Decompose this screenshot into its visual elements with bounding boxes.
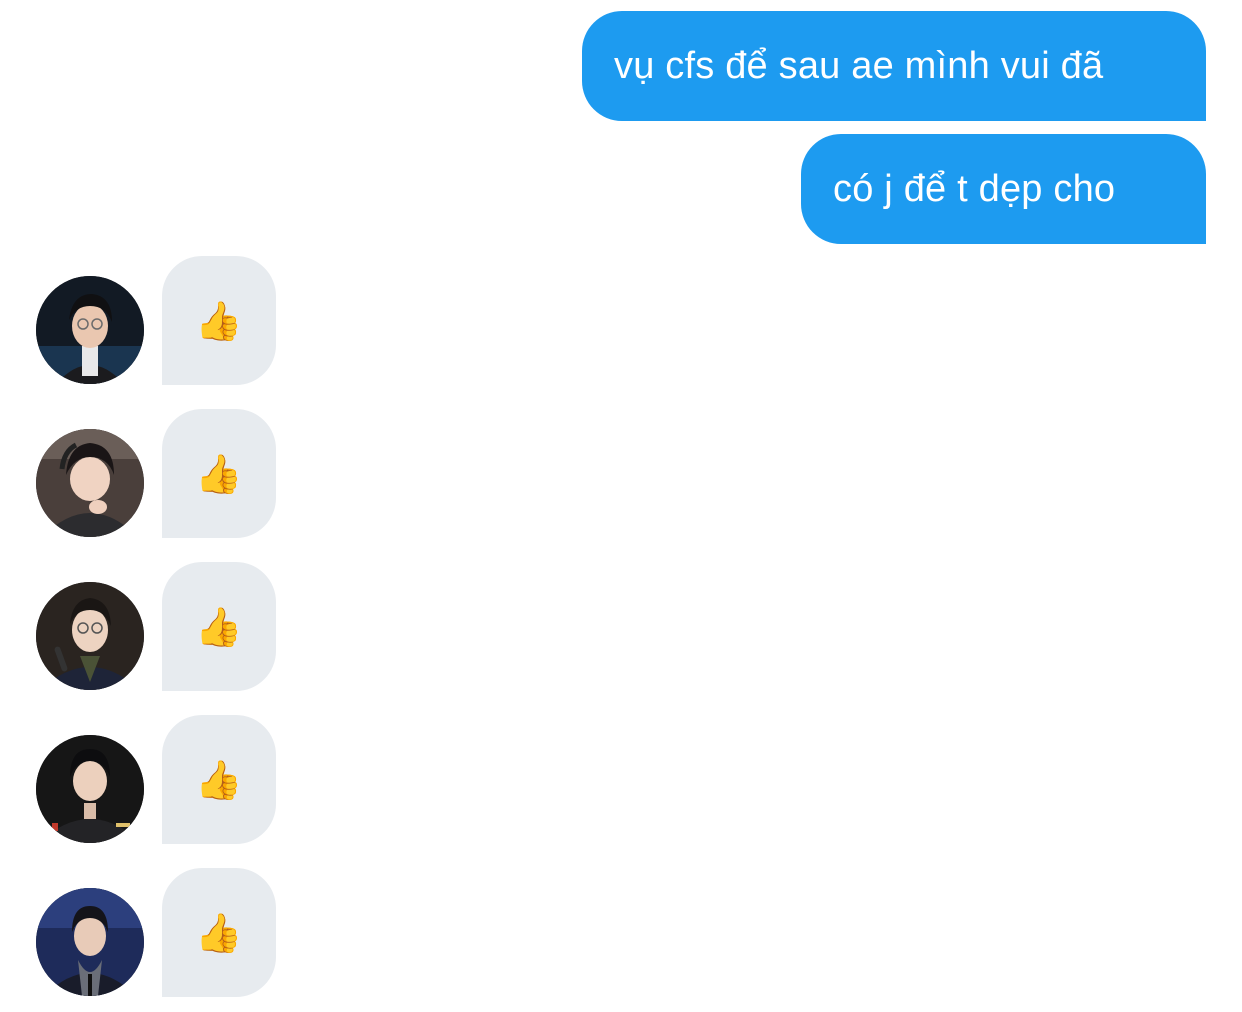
avatar[interactable] xyxy=(36,735,144,843)
incoming-message-row: 👍 xyxy=(36,562,296,692)
incoming-message[interactable]: 👍 xyxy=(162,868,276,997)
avatar[interactable] xyxy=(36,888,144,996)
incoming-message[interactable]: 👍 xyxy=(162,409,276,538)
message-text: có j để t dẹp cho xyxy=(833,167,1116,210)
thumbs-up-icon: 👍 xyxy=(195,298,243,343)
incoming-message-row: 👍 xyxy=(36,256,296,386)
incoming-message[interactable]: 👍 xyxy=(162,715,276,844)
thumbs-up-icon: 👍 xyxy=(195,910,243,955)
incoming-message-row: 👍 xyxy=(36,868,296,998)
incoming-message[interactable]: 👍 xyxy=(162,562,276,691)
incoming-message[interactable]: 👍 xyxy=(162,256,276,385)
thumbs-up-icon: 👍 xyxy=(195,757,243,802)
avatar[interactable] xyxy=(36,429,144,537)
thumbs-up-icon: 👍 xyxy=(195,451,243,496)
thumbs-up-icon: 👍 xyxy=(195,604,243,649)
message-text: vụ cfs để sau ae mình vui đã xyxy=(614,44,1104,87)
outgoing-message[interactable]: vụ cfs để sau ae mình vui đã xyxy=(582,11,1206,121)
incoming-message-row: 👍 xyxy=(36,409,296,539)
outgoing-message[interactable]: có j để t dẹp cho xyxy=(801,134,1206,244)
conversation-thread: vụ cfs để sau ae mình vui đã có j để t d… xyxy=(0,0,1242,1012)
avatar[interactable] xyxy=(36,276,144,384)
incoming-message-row: 👍 xyxy=(36,715,296,845)
avatar[interactable] xyxy=(36,582,144,690)
